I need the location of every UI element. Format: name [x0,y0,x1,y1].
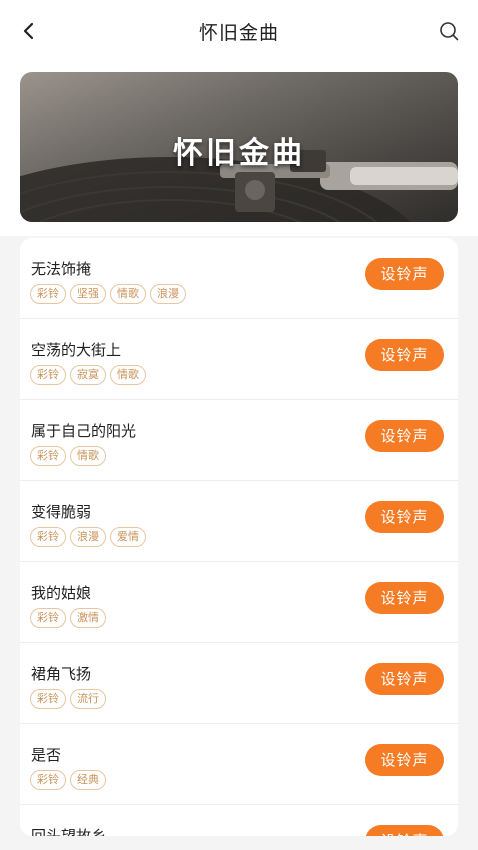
list-item: 裙角飞扬 彩铃 流行 设铃声 [20,643,458,724]
tag: 经典 [70,770,106,790]
set-ringtone-button[interactable]: 设铃声 [365,825,444,836]
list-item: 回头望故乡 设铃声 [20,805,458,836]
set-ringtone-button[interactable]: 设铃声 [365,339,444,371]
song-title[interactable]: 空荡的大街上 [31,339,121,360]
tag: 激情 [70,608,106,628]
song-title[interactable]: 无法饰掩 [31,258,91,279]
list-item: 变得脆弱 彩铃 浪漫 爱情 设铃声 [20,481,458,562]
set-ringtone-button[interactable]: 设铃声 [365,501,444,533]
tag: 爱情 [110,527,146,547]
song-title[interactable]: 变得脆弱 [31,501,91,522]
tag: 彩铃 [30,284,66,304]
set-ringtone-button[interactable]: 设铃声 [365,744,444,776]
song-list: 无法饰掩 彩铃 坚强 情歌 浪漫 设铃声 空荡的大街上 彩铃 寂寞 情歌 设铃声… [20,238,458,836]
search-icon[interactable] [438,20,460,42]
tag-group: 彩铃 情歌 [30,446,106,466]
tag: 浪漫 [70,527,106,547]
tag: 流行 [70,689,106,709]
tag-group: 彩铃 激情 [30,608,106,628]
tag: 寂寞 [70,365,106,385]
tag-group: 彩铃 寂寞 情歌 [30,365,146,385]
list-item: 无法饰掩 彩铃 坚强 情歌 浪漫 设铃声 [20,238,458,319]
tag: 彩铃 [30,527,66,547]
set-ringtone-button[interactable]: 设铃声 [365,582,444,614]
tag: 浪漫 [150,284,186,304]
tag: 彩铃 [30,689,66,709]
top-bar: 怀旧金曲 [0,0,478,64]
set-ringtone-button[interactable]: 设铃声 [365,663,444,695]
set-ringtone-button[interactable]: 设铃声 [365,258,444,290]
tag-group: 彩铃 流行 [30,689,106,709]
set-ringtone-button[interactable]: 设铃声 [365,420,444,452]
page-title: 怀旧金曲 [198,22,279,44]
tag-group: 彩铃 浪漫 爱情 [30,527,146,547]
list-item: 空荡的大街上 彩铃 寂寞 情歌 设铃声 [20,319,458,400]
tag: 坚强 [70,284,106,304]
tag-group: 彩铃 坚强 情歌 浪漫 [30,284,186,304]
tag: 彩铃 [30,446,66,466]
tag: 彩铃 [30,365,66,385]
banner[interactable]: 怀旧金曲 [20,72,458,222]
tag-group: 彩铃 经典 [30,770,106,790]
list-item: 属于自己的阳光 彩铃 情歌 设铃声 [20,400,458,481]
list-item: 是否 彩铃 经典 设铃声 [20,724,458,805]
tag: 情歌 [110,365,146,385]
song-title[interactable]: 属于自己的阳光 [31,420,136,441]
list-item: 我的姑娘 彩铃 激情 设铃声 [20,562,458,643]
tag: 情歌 [110,284,146,304]
tag: 彩铃 [30,770,66,790]
tag: 情歌 [70,446,106,466]
song-title[interactable]: 我的姑娘 [31,582,91,603]
song-title[interactable]: 是否 [31,744,61,765]
song-title[interactable]: 回头望故乡 [31,825,106,836]
song-title[interactable]: 裙角飞扬 [31,663,91,684]
tag: 彩铃 [30,608,66,628]
banner-title: 怀旧金曲 [173,136,305,171]
